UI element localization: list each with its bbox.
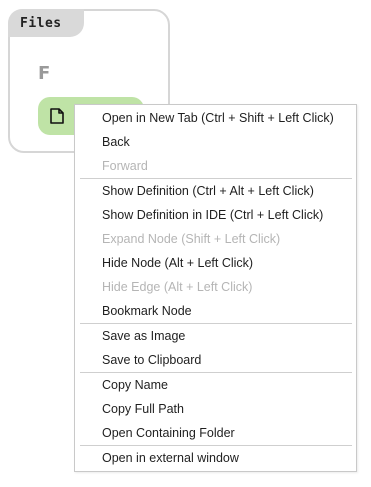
menu-item-copy-name[interactable]: Copy Name	[75, 373, 356, 397]
menu-item-save-to-clipboard[interactable]: Save to Clipboard	[75, 348, 356, 372]
menu-item-expand-node: Expand Node (Shift + Left Click)	[102, 232, 281, 246]
menu-item-forward: Forward	[102, 159, 148, 173]
folder-letter: F	[38, 63, 51, 84]
menu-item-bookmark-node[interactable]: Bookmark Node	[75, 299, 356, 323]
menu-item-copy-full-path[interactable]: Copy Full Path	[75, 397, 356, 421]
menu-item-save-as-image[interactable]: Save as Image	[75, 324, 356, 348]
files-tab[interactable]: Files	[8, 9, 84, 37]
menu-item-open-in-new-tab[interactable]: Open in New Tab (Ctrl + Shift + Left Cli…	[75, 106, 356, 130]
menu-item-open-containing-folder[interactable]: Open Containing Folder	[75, 421, 356, 445]
menu-item-show-definition[interactable]: Show Definition (Ctrl + Alt + Left Click…	[75, 179, 356, 203]
menu-item-back[interactable]: Back	[75, 130, 356, 154]
menu-item-show-definition-in-ide[interactable]: Show Definition in IDE (Ctrl + Left Clic…	[75, 203, 356, 227]
menu-item-hide-node[interactable]: Hide Node (Alt + Left Click)	[75, 251, 356, 275]
menu-item-open-in-external-window[interactable]: Open in external window	[75, 446, 356, 470]
file-icon	[50, 108, 64, 124]
menu-item-hide-edge: Hide Edge (Alt + Left Click)	[102, 280, 253, 294]
context-menu: Open in New Tab (Ctrl + Shift + Left Cli…	[74, 104, 357, 472]
